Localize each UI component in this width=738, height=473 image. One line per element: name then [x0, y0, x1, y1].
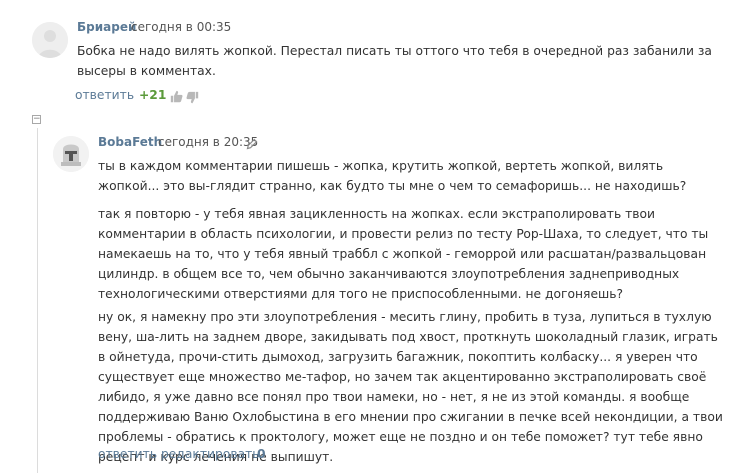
edit-button[interactable]: редактировать: [161, 447, 260, 461]
comment-paragraph: так я повторю - у тебя явная зацикленнос…: [98, 207, 709, 301]
comment-author[interactable]: Бриарей: [77, 20, 136, 34]
comment-score: 0: [257, 447, 266, 461]
pencil-icon[interactable]: [246, 135, 258, 154]
comment-paragraph: ты в каждом комментарии пишешь - жопка, …: [98, 159, 687, 193]
comment-paragraph: ну ок, я намекну про эти злоупотребления…: [98, 310, 723, 464]
default-avatar-icon: [32, 22, 68, 58]
avatar: [53, 136, 89, 172]
thread-line: [37, 128, 38, 473]
comment-date[interactable]: сегодня в 20:35: [158, 135, 258, 149]
bobafett-helmet-icon: [53, 136, 89, 172]
comment-text: Бобка не надо вилять жопкой. Перестал пи…: [77, 44, 712, 78]
comment-date[interactable]: сегодня в 00:35: [131, 20, 231, 34]
comment-author[interactable]: BobaFeth: [98, 135, 162, 149]
comment-score: +21: [139, 88, 167, 102]
thumbs-up-icon[interactable]: [170, 88, 183, 107]
reply-button[interactable]: ответить: [75, 88, 134, 102]
thumbs-down-icon[interactable]: [186, 89, 199, 108]
reply-button[interactable]: ответить: [98, 447, 157, 461]
collapse-thread-button[interactable]: −: [32, 115, 41, 124]
avatar: [32, 22, 68, 58]
